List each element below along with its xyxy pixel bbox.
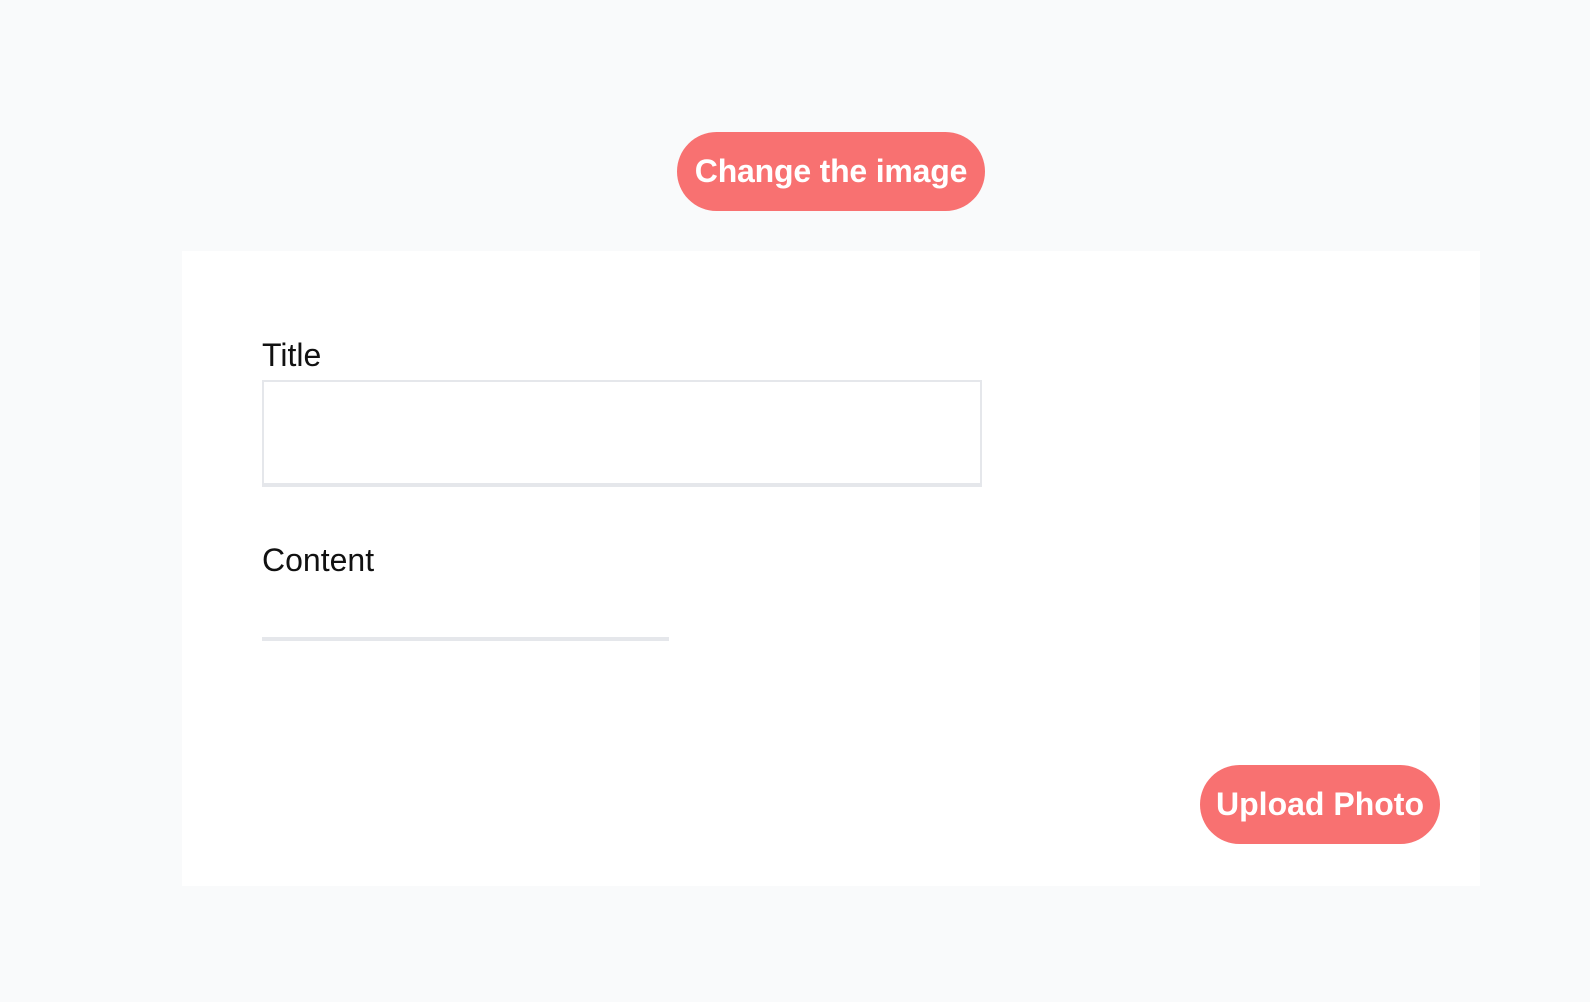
change-image-button[interactable]: Change the image: [677, 132, 985, 211]
content-input[interactable]: [262, 591, 669, 641]
title-label: Title: [262, 337, 322, 373]
post-form-card: Title Content Upload Photo: [182, 251, 1480, 886]
upload-photo-button[interactable]: Upload Photo: [1200, 765, 1440, 844]
title-input[interactable]: [262, 380, 982, 487]
content-label: Content: [262, 542, 375, 578]
